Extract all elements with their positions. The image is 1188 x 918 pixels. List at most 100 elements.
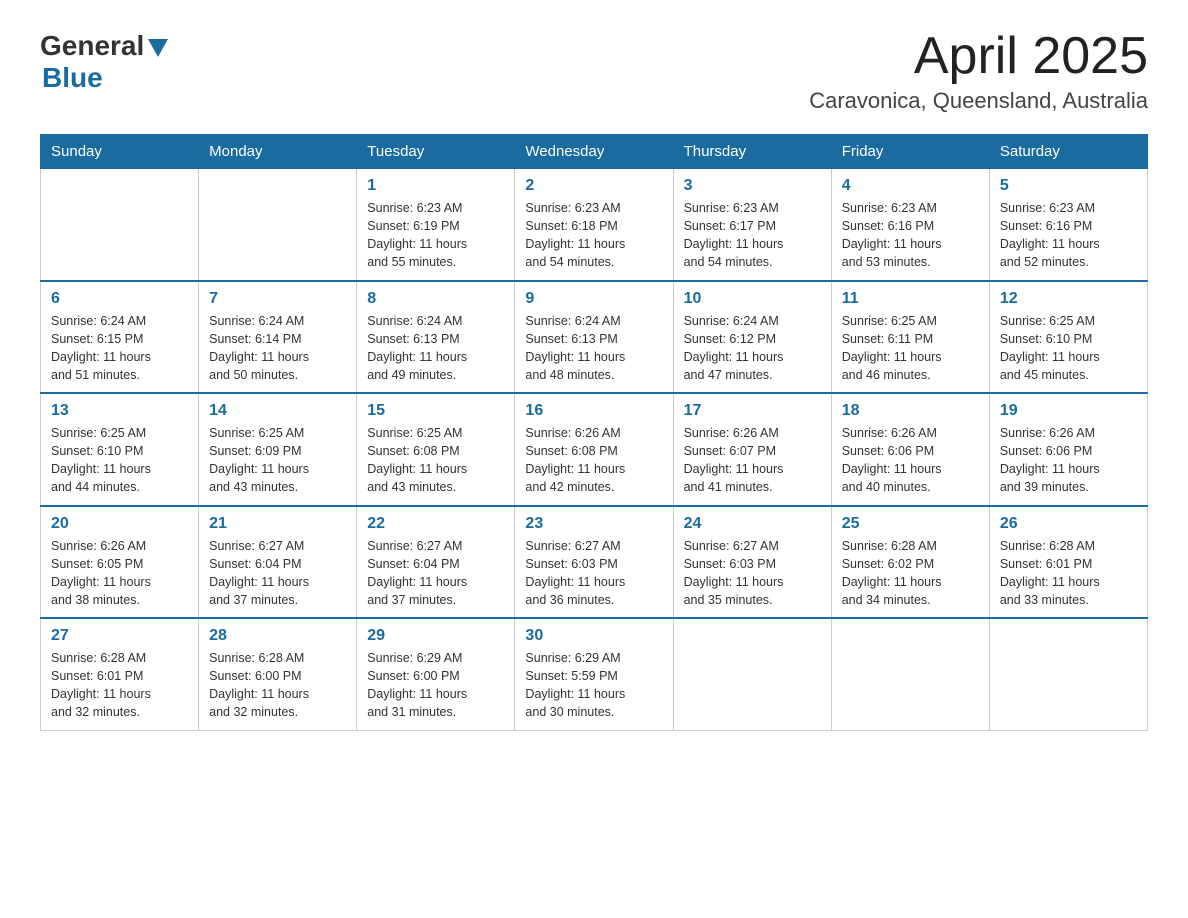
day-info: Sunrise: 6:24 AM Sunset: 6:15 PM Dayligh…	[51, 312, 188, 385]
calendar-cell: 4 Sunrise: 6:23 AM Sunset: 6:16 PM Daylig…	[831, 169, 989, 281]
day-info: Sunrise: 6:29 AM Sunset: 6:00 PM Dayligh…	[367, 649, 504, 722]
day-info: Sunrise: 6:24 AM Sunset: 6:13 PM Dayligh…	[525, 312, 662, 385]
day-number: 6	[51, 290, 188, 308]
month-title: April 2025	[809, 30, 1148, 82]
calendar-header: SundayMondayTuesdayWednesdayThursdayFrid…	[41, 135, 1148, 169]
calendar-cell	[831, 618, 989, 730]
header-day-sunday: Sunday	[41, 135, 199, 169]
day-number: 11	[842, 290, 979, 308]
day-info: Sunrise: 6:27 AM Sunset: 6:04 PM Dayligh…	[367, 537, 504, 610]
calendar-cell	[41, 169, 199, 281]
logo-triangle-icon	[148, 39, 168, 57]
calendar-cell: 1 Sunrise: 6:23 AM Sunset: 6:19 PM Daylig…	[357, 169, 515, 281]
day-info: Sunrise: 6:27 AM Sunset: 6:04 PM Dayligh…	[209, 537, 346, 610]
calendar-cell: 15 Sunrise: 6:25 AM Sunset: 6:08 PM Dayli…	[357, 393, 515, 506]
calendar-cell: 17 Sunrise: 6:26 AM Sunset: 6:07 PM Dayli…	[673, 393, 831, 506]
day-number: 23	[525, 515, 662, 533]
calendar-cell: 11Sunrise: 6:25 AM Sunset: 6:11 PM Dayli…	[831, 281, 989, 394]
header: General Blue April 2025 Caravonica, Quee…	[40, 30, 1148, 114]
day-number: 28	[209, 627, 346, 645]
day-number: 24	[684, 515, 821, 533]
calendar-week-1: 1 Sunrise: 6:23 AM Sunset: 6:19 PM Daylig…	[41, 169, 1148, 281]
day-info: Sunrise: 6:26 AM Sunset: 6:06 PM Dayligh…	[842, 424, 979, 497]
day-info: Sunrise: 6:23 AM Sunset: 6:19 PM Dayligh…	[367, 199, 504, 272]
day-info: Sunrise: 6:24 AM Sunset: 6:12 PM Dayligh…	[684, 312, 821, 385]
calendar-cell: 23Sunrise: 6:27 AM Sunset: 6:03 PM Dayli…	[515, 506, 673, 619]
day-info: Sunrise: 6:23 AM Sunset: 6:16 PM Dayligh…	[842, 199, 979, 272]
calendar-cell: 26Sunrise: 6:28 AM Sunset: 6:01 PM Dayli…	[989, 506, 1147, 619]
header-day-tuesday: Tuesday	[357, 135, 515, 169]
logo-blue-text: Blue	[42, 62, 103, 94]
calendar-table: SundayMondayTuesdayWednesdayThursdayFrid…	[40, 134, 1148, 731]
calendar-cell: 7Sunrise: 6:24 AM Sunset: 6:14 PM Daylig…	[199, 281, 357, 394]
logo-general-text: General	[40, 30, 144, 62]
logo: General Blue	[40, 30, 168, 94]
calendar-cell: 6 Sunrise: 6:24 AM Sunset: 6:15 PM Daylig…	[41, 281, 199, 394]
calendar-cell: 16 Sunrise: 6:26 AM Sunset: 6:08 PM Dayli…	[515, 393, 673, 506]
calendar-cell	[199, 169, 357, 281]
calendar-cell: 10 Sunrise: 6:24 AM Sunset: 6:12 PM Dayli…	[673, 281, 831, 394]
calendar-week-5: 27 Sunrise: 6:28 AM Sunset: 6:01 PM Dayli…	[41, 618, 1148, 730]
day-number: 12	[1000, 290, 1137, 308]
day-number: 10	[684, 290, 821, 308]
calendar-cell: 13Sunrise: 6:25 AM Sunset: 6:10 PM Dayli…	[41, 393, 199, 506]
day-number: 5	[1000, 177, 1137, 195]
day-number: 25	[842, 515, 979, 533]
calendar-cell: 30 Sunrise: 6:29 AM Sunset: 5:59 PM Dayli…	[515, 618, 673, 730]
day-number: 4	[842, 177, 979, 195]
calendar-cell: 21 Sunrise: 6:27 AM Sunset: 6:04 PM Dayli…	[199, 506, 357, 619]
day-number: 21	[209, 515, 346, 533]
calendar-week-4: 20Sunrise: 6:26 AM Sunset: 6:05 PM Dayli…	[41, 506, 1148, 619]
header-day-thursday: Thursday	[673, 135, 831, 169]
day-number: 29	[367, 627, 504, 645]
day-number: 15	[367, 402, 504, 420]
day-number: 1	[367, 177, 504, 195]
calendar-cell: 20Sunrise: 6:26 AM Sunset: 6:05 PM Dayli…	[41, 506, 199, 619]
day-number: 14	[209, 402, 346, 420]
day-number: 2	[525, 177, 662, 195]
calendar-cell: 18Sunrise: 6:26 AM Sunset: 6:06 PM Dayli…	[831, 393, 989, 506]
header-day-monday: Monday	[199, 135, 357, 169]
calendar-cell: 9 Sunrise: 6:24 AM Sunset: 6:13 PM Daylig…	[515, 281, 673, 394]
day-number: 17	[684, 402, 821, 420]
day-info: Sunrise: 6:25 AM Sunset: 6:10 PM Dayligh…	[1000, 312, 1137, 385]
header-day-saturday: Saturday	[989, 135, 1147, 169]
calendar-cell: 3Sunrise: 6:23 AM Sunset: 6:17 PM Daylig…	[673, 169, 831, 281]
day-number: 27	[51, 627, 188, 645]
calendar-cell: 12 Sunrise: 6:25 AM Sunset: 6:10 PM Dayli…	[989, 281, 1147, 394]
day-info: Sunrise: 6:25 AM Sunset: 6:08 PM Dayligh…	[367, 424, 504, 497]
day-info: Sunrise: 6:23 AM Sunset: 6:18 PM Dayligh…	[525, 199, 662, 272]
calendar-cell: 14 Sunrise: 6:25 AM Sunset: 6:09 PM Dayli…	[199, 393, 357, 506]
header-day-wednesday: Wednesday	[515, 135, 673, 169]
day-info: Sunrise: 6:28 AM Sunset: 6:02 PM Dayligh…	[842, 537, 979, 610]
day-info: Sunrise: 6:26 AM Sunset: 6:07 PM Dayligh…	[684, 424, 821, 497]
calendar-cell: 24 Sunrise: 6:27 AM Sunset: 6:03 PM Dayli…	[673, 506, 831, 619]
day-info: Sunrise: 6:25 AM Sunset: 6:09 PM Dayligh…	[209, 424, 346, 497]
day-number: 22	[367, 515, 504, 533]
day-number: 9	[525, 290, 662, 308]
day-number: 20	[51, 515, 188, 533]
calendar-cell: 5Sunrise: 6:23 AM Sunset: 6:16 PM Daylig…	[989, 169, 1147, 281]
header-day-friday: Friday	[831, 135, 989, 169]
calendar-cell: 8Sunrise: 6:24 AM Sunset: 6:13 PM Daylig…	[357, 281, 515, 394]
calendar-cell: 27 Sunrise: 6:28 AM Sunset: 6:01 PM Dayli…	[41, 618, 199, 730]
day-info: Sunrise: 6:28 AM Sunset: 6:01 PM Dayligh…	[51, 649, 188, 722]
calendar-cell: 22 Sunrise: 6:27 AM Sunset: 6:04 PM Dayli…	[357, 506, 515, 619]
day-info: Sunrise: 6:26 AM Sunset: 6:08 PM Dayligh…	[525, 424, 662, 497]
day-info: Sunrise: 6:24 AM Sunset: 6:14 PM Dayligh…	[209, 312, 346, 385]
calendar-week-3: 13Sunrise: 6:25 AM Sunset: 6:10 PM Dayli…	[41, 393, 1148, 506]
day-number: 16	[525, 402, 662, 420]
day-info: Sunrise: 6:27 AM Sunset: 6:03 PM Dayligh…	[684, 537, 821, 610]
calendar-cell: 2 Sunrise: 6:23 AM Sunset: 6:18 PM Daylig…	[515, 169, 673, 281]
header-row: SundayMondayTuesdayWednesdayThursdayFrid…	[41, 135, 1148, 169]
location-title: Caravonica, Queensland, Australia	[809, 88, 1148, 114]
day-info: Sunrise: 6:28 AM Sunset: 6:00 PM Dayligh…	[209, 649, 346, 722]
day-number: 3	[684, 177, 821, 195]
calendar-body: 1 Sunrise: 6:23 AM Sunset: 6:19 PM Daylig…	[41, 169, 1148, 731]
day-info: Sunrise: 6:29 AM Sunset: 5:59 PM Dayligh…	[525, 649, 662, 722]
title-area: April 2025 Caravonica, Queensland, Austr…	[809, 30, 1148, 114]
day-info: Sunrise: 6:26 AM Sunset: 6:06 PM Dayligh…	[1000, 424, 1137, 497]
day-number: 30	[525, 627, 662, 645]
day-number: 13	[51, 402, 188, 420]
day-info: Sunrise: 6:24 AM Sunset: 6:13 PM Dayligh…	[367, 312, 504, 385]
